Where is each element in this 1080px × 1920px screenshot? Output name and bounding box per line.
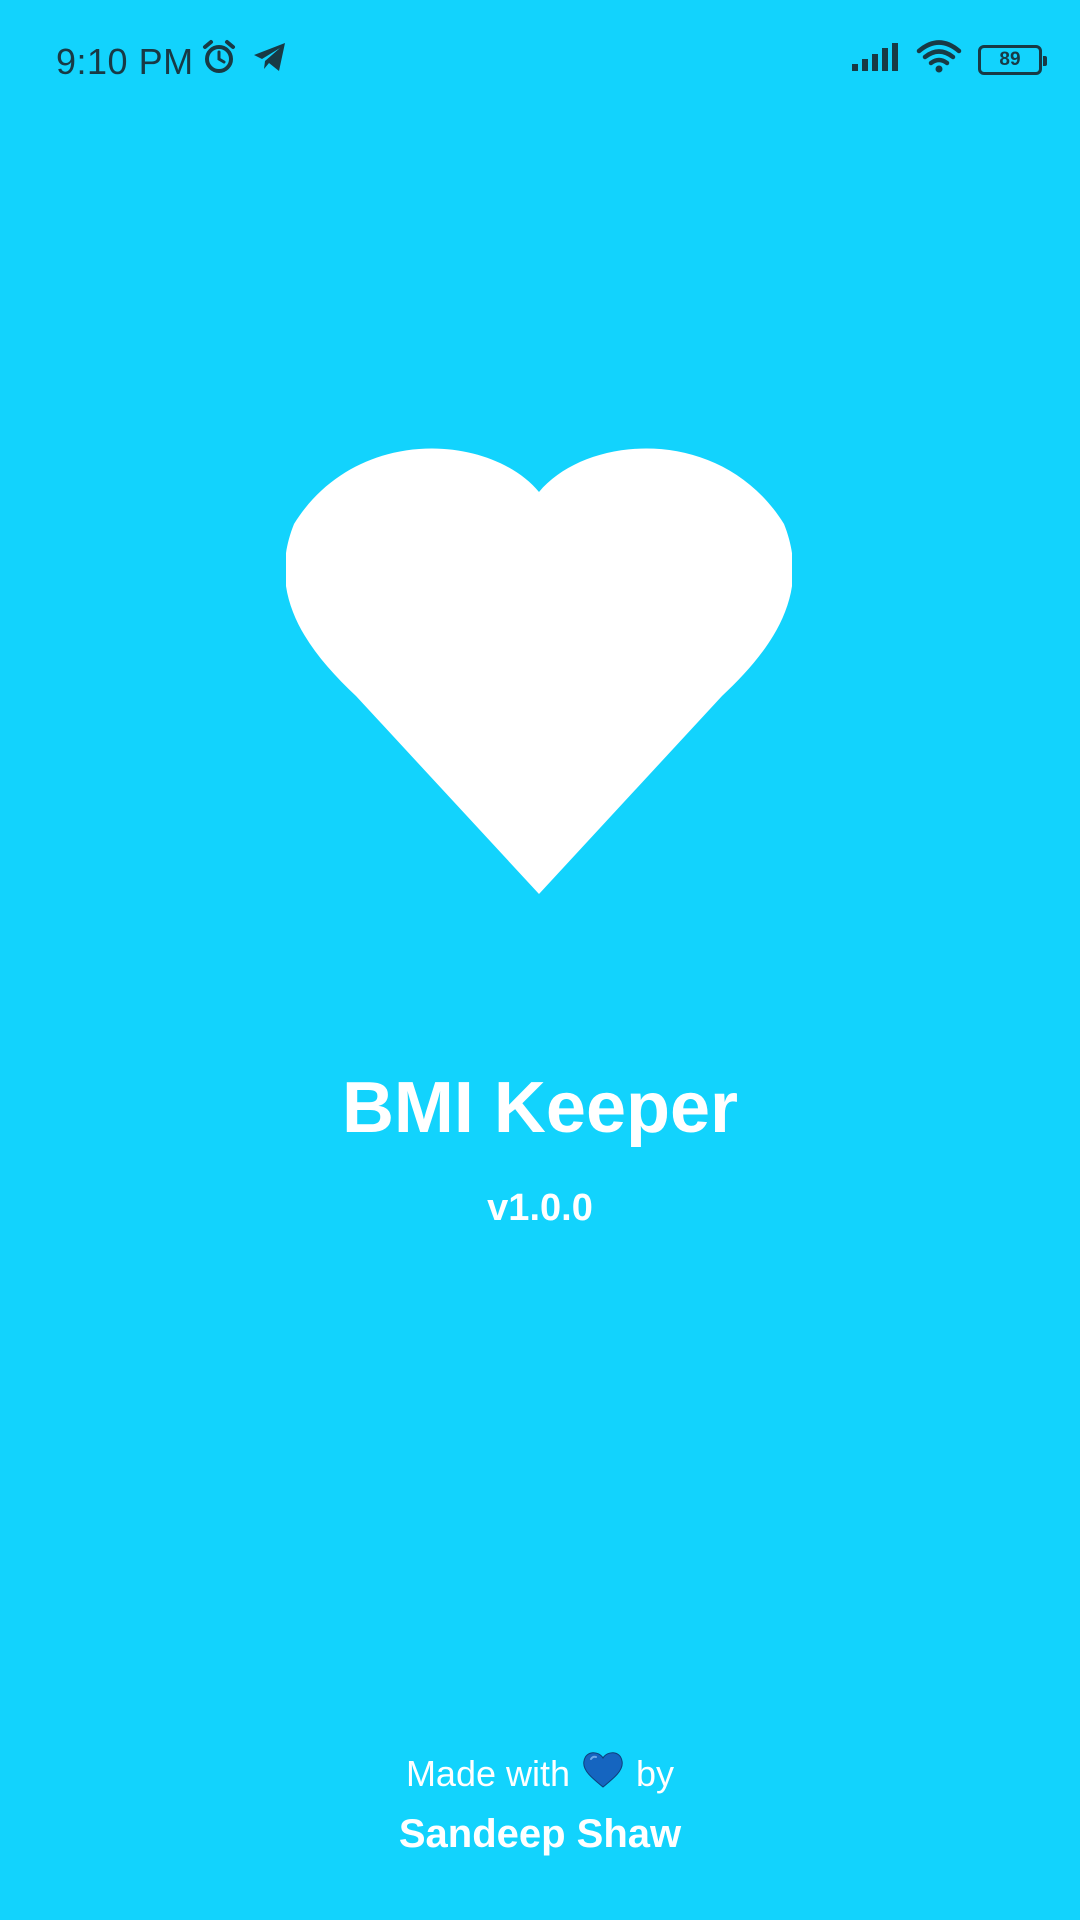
battery-level: 89 — [999, 48, 1021, 70]
blue-heart-icon — [582, 1750, 624, 1798]
wifi-icon — [916, 40, 962, 79]
app-title: BMI Keeper — [341, 1068, 739, 1148]
status-bar: 9:10 PM 89 — [0, 0, 1080, 120]
signal-icon — [850, 42, 900, 77]
heart-icon — [284, 434, 794, 894]
status-system-icons: 89 — [850, 40, 1047, 79]
status-time: 9:10 PM — [56, 41, 194, 82]
credits: Made with by Sandeep Shaw — [0, 1750, 1080, 1858]
author-name: Sandeep Shaw — [398, 1812, 682, 1856]
made-with-suffix: by — [636, 1753, 675, 1794]
status-notification-icons — [200, 38, 288, 81]
app-version: v1.0.0 — [487, 1187, 593, 1229]
splash-screen: 9:10 PM 89 BMI Keeper v1.0.0 Made with b… — [0, 0, 1080, 1920]
alarm-icon — [200, 38, 238, 81]
telegram-icon — [252, 40, 288, 79]
battery-icon: 89 — [978, 44, 1047, 75]
made-with-line: Made with by — [0, 1750, 1080, 1798]
made-with-prefix: Made with — [405, 1753, 571, 1794]
